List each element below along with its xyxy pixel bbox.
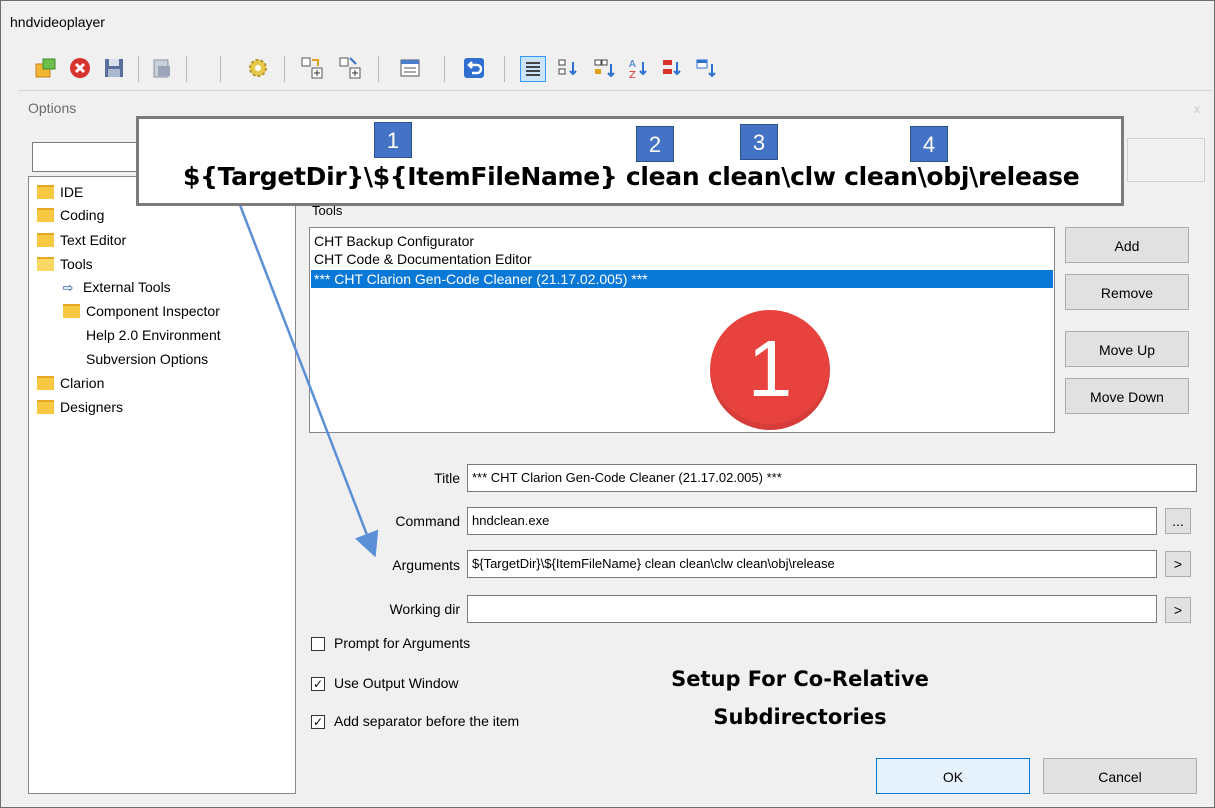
tree-item-label: Help 2.0 Environment	[86, 327, 221, 343]
badge-1: 1	[374, 122, 412, 158]
tree-item-label: Component Inspector	[86, 303, 220, 319]
print-icon[interactable]	[150, 56, 174, 80]
arguments-label: Arguments	[392, 557, 460, 573]
add-item-icon[interactable]	[300, 56, 324, 80]
open-project-icon[interactable]	[34, 56, 58, 80]
tree-item-subversion-options[interactable]: Subversion Options	[86, 349, 208, 369]
tree-item-text-editor[interactable]: Text Editor	[37, 230, 126, 250]
tree-item-ide[interactable]: IDE	[37, 182, 83, 202]
sort-window-icon[interactable]	[694, 56, 718, 80]
add-separator-label: Add separator before the item	[334, 713, 520, 729]
folder-icon	[37, 376, 54, 391]
sort-az-icon[interactable]: AZ	[626, 56, 650, 80]
tree-item-help-environment[interactable]: Help 2.0 Environment	[86, 325, 221, 345]
tree-item-designers[interactable]: Designers	[37, 397, 123, 417]
move-down-button[interactable]: Move Down	[1065, 378, 1189, 414]
command-label: Command	[395, 513, 460, 529]
toolbar-separator	[444, 56, 445, 82]
folder-icon	[37, 185, 54, 200]
description-box	[1127, 138, 1205, 182]
move-up-button[interactable]: Move Up	[1065, 331, 1189, 367]
working-dir-menu-button[interactable]: >	[1165, 597, 1191, 623]
tree-item-label: Subversion Options	[86, 351, 209, 367]
sort-icon[interactable]	[556, 56, 580, 80]
sort-group-icon[interactable]	[592, 56, 616, 80]
ok-button[interactable]: OK	[876, 758, 1030, 794]
arrow-right-icon: ⇨	[62, 280, 74, 295]
arguments-menu-button[interactable]: >	[1165, 551, 1191, 577]
dialog-title: Options	[28, 100, 77, 116]
badge-3: 3	[740, 124, 778, 160]
undo-icon[interactable]	[462, 56, 486, 80]
remove-button[interactable]: Remove	[1065, 274, 1189, 310]
options-tree[interactable]: IDE Coding Text Editor Tools ⇨ External T…	[28, 176, 296, 794]
tree-item-coding[interactable]: Coding	[37, 205, 104, 225]
tree-item-clarion[interactable]: Clarion	[37, 373, 104, 393]
toolbar-separator	[284, 56, 285, 82]
close-red-icon[interactable]	[68, 56, 92, 80]
badge-4: 4	[910, 126, 948, 162]
tree-item-component-inspector[interactable]: Component Inspector	[63, 301, 220, 321]
list-item[interactable]: CHT Backup Configurator	[314, 232, 474, 250]
save-icon[interactable]	[102, 56, 126, 80]
tree-item-label: IDE	[60, 184, 84, 200]
step-number-circle: 1	[710, 310, 830, 430]
title-field[interactable]: *** CHT Clarion Gen-Code Cleaner (21.17.…	[467, 464, 1197, 492]
tree-item-label: Coding	[60, 207, 105, 223]
working-dir-label: Working dir	[389, 601, 460, 617]
folder-icon	[37, 400, 54, 415]
prompt-arguments-checkbox[interactable]	[311, 637, 325, 651]
add-child-icon[interactable]	[338, 56, 362, 80]
properties-icon[interactable]	[398, 56, 422, 80]
annotation-callout	[136, 116, 1124, 206]
folder-open-icon	[37, 257, 54, 272]
app-title: hndvideoplayer	[10, 14, 105, 30]
toolbar-separator	[378, 56, 379, 82]
working-dir-field[interactable]	[467, 595, 1157, 623]
toolbar-separator	[138, 56, 139, 82]
toolbar-separator	[186, 56, 187, 82]
setup-note: Setup For Co-Relative Subdirectories	[600, 660, 1000, 736]
title-label: Title	[434, 470, 460, 486]
cancel-button[interactable]: Cancel	[1043, 758, 1197, 794]
badge-2: 2	[636, 126, 674, 162]
setup-note-line2: Subdirectories	[713, 705, 887, 729]
toolbar-separator	[220, 56, 221, 82]
folder-icon	[37, 233, 54, 248]
svg-text:A: A	[629, 59, 636, 70]
add-separator-checkbox[interactable]: ✓	[311, 715, 325, 729]
list-item[interactable]: CHT Code & Documentation Editor	[314, 250, 532, 268]
use-output-window-checkbox[interactable]: ✓	[311, 677, 325, 691]
use-output-window-label: Use Output Window	[334, 675, 459, 691]
prompt-arguments-label: Prompt for Arguments	[334, 635, 471, 651]
toolbar-separator	[504, 56, 505, 82]
tree-item-label: Clarion	[60, 375, 105, 391]
sort-type-icon[interactable]	[660, 56, 684, 80]
arguments-field[interactable]: ${TargetDir}\${ItemFileName} clean clean…	[467, 550, 1157, 578]
callout-arguments-text: ${TargetDir}\${ItemFileName} clean clean…	[183, 162, 1080, 191]
browse-button[interactable]: ...	[1165, 508, 1191, 534]
search-input[interactable]	[32, 142, 146, 172]
tree-item-tools[interactable]: Tools	[37, 254, 93, 274]
tree-item-label: Text Editor	[60, 232, 127, 248]
list-item-selected[interactable]: *** CHT Clarion Gen-Code Cleaner (21.17.…	[311, 270, 1053, 288]
folder-icon	[37, 208, 54, 223]
close-icon[interactable]: x	[1186, 98, 1208, 120]
tree-item-label: Designers	[60, 399, 124, 415]
folder-icon	[63, 304, 80, 319]
categorized-view-icon[interactable]	[520, 56, 546, 82]
tools-list[interactable]: CHT Backup Configurator CHT Code & Docum…	[309, 227, 1055, 433]
command-field[interactable]: hndclean.exe	[467, 507, 1157, 535]
tree-item-label: Tools	[60, 256, 93, 272]
gear-icon[interactable]	[246, 56, 270, 80]
tree-item-external-tools[interactable]: ⇨ External Tools	[59, 277, 171, 297]
svg-text:Z: Z	[629, 70, 636, 80]
setup-note-line1: Setup For Co-Relative	[671, 667, 929, 691]
add-button[interactable]: Add	[1065, 227, 1189, 263]
tree-item-label: External Tools	[83, 279, 171, 295]
